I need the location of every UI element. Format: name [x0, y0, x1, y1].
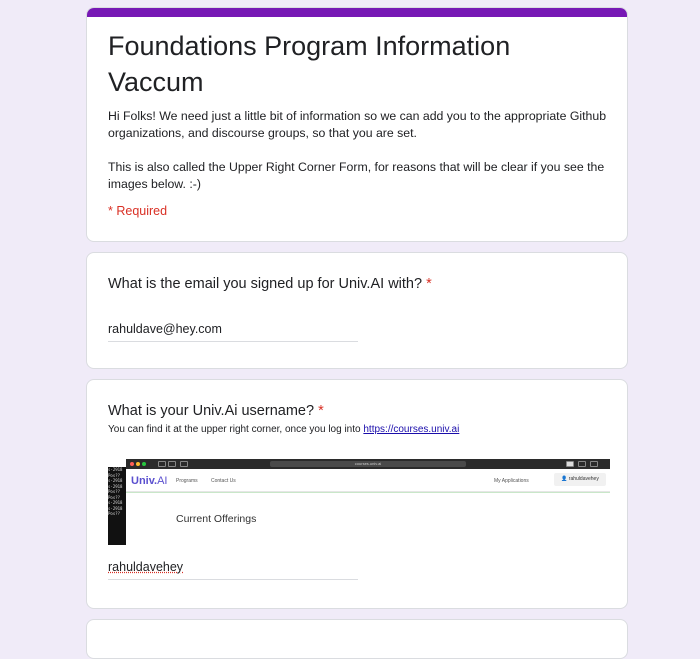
form-header-card: Foundations Program Information Vaccum H… [86, 7, 628, 242]
accent-bar [87, 8, 627, 17]
email-field-value: rahuldave@hey.com [108, 322, 222, 336]
question-username-card: What is your Univ.Ai username? * You can… [86, 379, 628, 609]
question-help-text: You can find it at the upper right corne… [108, 424, 459, 435]
divider [126, 492, 610, 493]
minimize-dot-icon [136, 462, 140, 466]
download-icon [566, 461, 574, 467]
terminal-fragment: s-2918 Pos?? s-2918 s-2918 Pos?? Pos?? s… [108, 467, 126, 545]
user-badge: 👤 rahuldavehey [554, 473, 606, 486]
description-paragraph-1: Hi Folks! We need just a little bit of i… [108, 109, 607, 140]
nav-my-applications: My Applications [494, 478, 529, 484]
required-asterisk: * [426, 276, 432, 292]
question-email-card: What is the email you signed up for Univ… [86, 252, 628, 369]
univ-ai-logo: Univ.AI [131, 475, 168, 487]
close-dot-icon [130, 462, 134, 466]
sidebar-icon [180, 461, 188, 467]
question-username-label: What is your Univ.Ai username? [108, 403, 315, 419]
nav-programs: Programs [176, 478, 198, 484]
username-field-value: rahuldavehey [108, 560, 184, 574]
next-question-card [86, 619, 628, 659]
tabs-icon [590, 461, 598, 467]
question-username-title: What is your Univ.Ai username? * [108, 403, 324, 419]
help-text: You can find it at the upper right corne… [108, 424, 361, 435]
maximize-dot-icon [142, 462, 146, 466]
form-title: Foundations Program Information Vaccum [108, 31, 511, 97]
back-icon [158, 461, 166, 467]
current-offerings-heading: Current Offerings [176, 513, 257, 525]
courses-link[interactable]: https://courses.univ.ai [363, 424, 459, 435]
site-navbar: Univ.AI Programs Contact Us My Applicati… [126, 469, 610, 492]
required-note: * Required [108, 204, 168, 218]
nav-contact: Contact Us [211, 478, 236, 484]
form-description: Hi Folks! We need just a little bit of i… [108, 108, 613, 210]
upper-right-corner-screenshot: s-2918 Pos?? s-2918 s-2918 Pos?? Pos?? s… [108, 459, 610, 545]
browser-toolbar: courses.univ.ai [126, 459, 610, 469]
share-icon [578, 461, 586, 467]
required-asterisk: * [318, 403, 324, 419]
question-email-title: What is the email you signed up for Univ… [108, 276, 432, 292]
forward-icon [168, 461, 176, 467]
email-field[interactable]: rahuldave@hey.com [108, 320, 358, 342]
address-bar: courses.univ.ai [270, 461, 466, 467]
question-email-label: What is the email you signed up for Univ… [108, 276, 423, 292]
description-paragraph-2: This is also called the Upper Right Corn… [108, 160, 605, 191]
username-field[interactable]: rahuldavehey [108, 558, 358, 580]
